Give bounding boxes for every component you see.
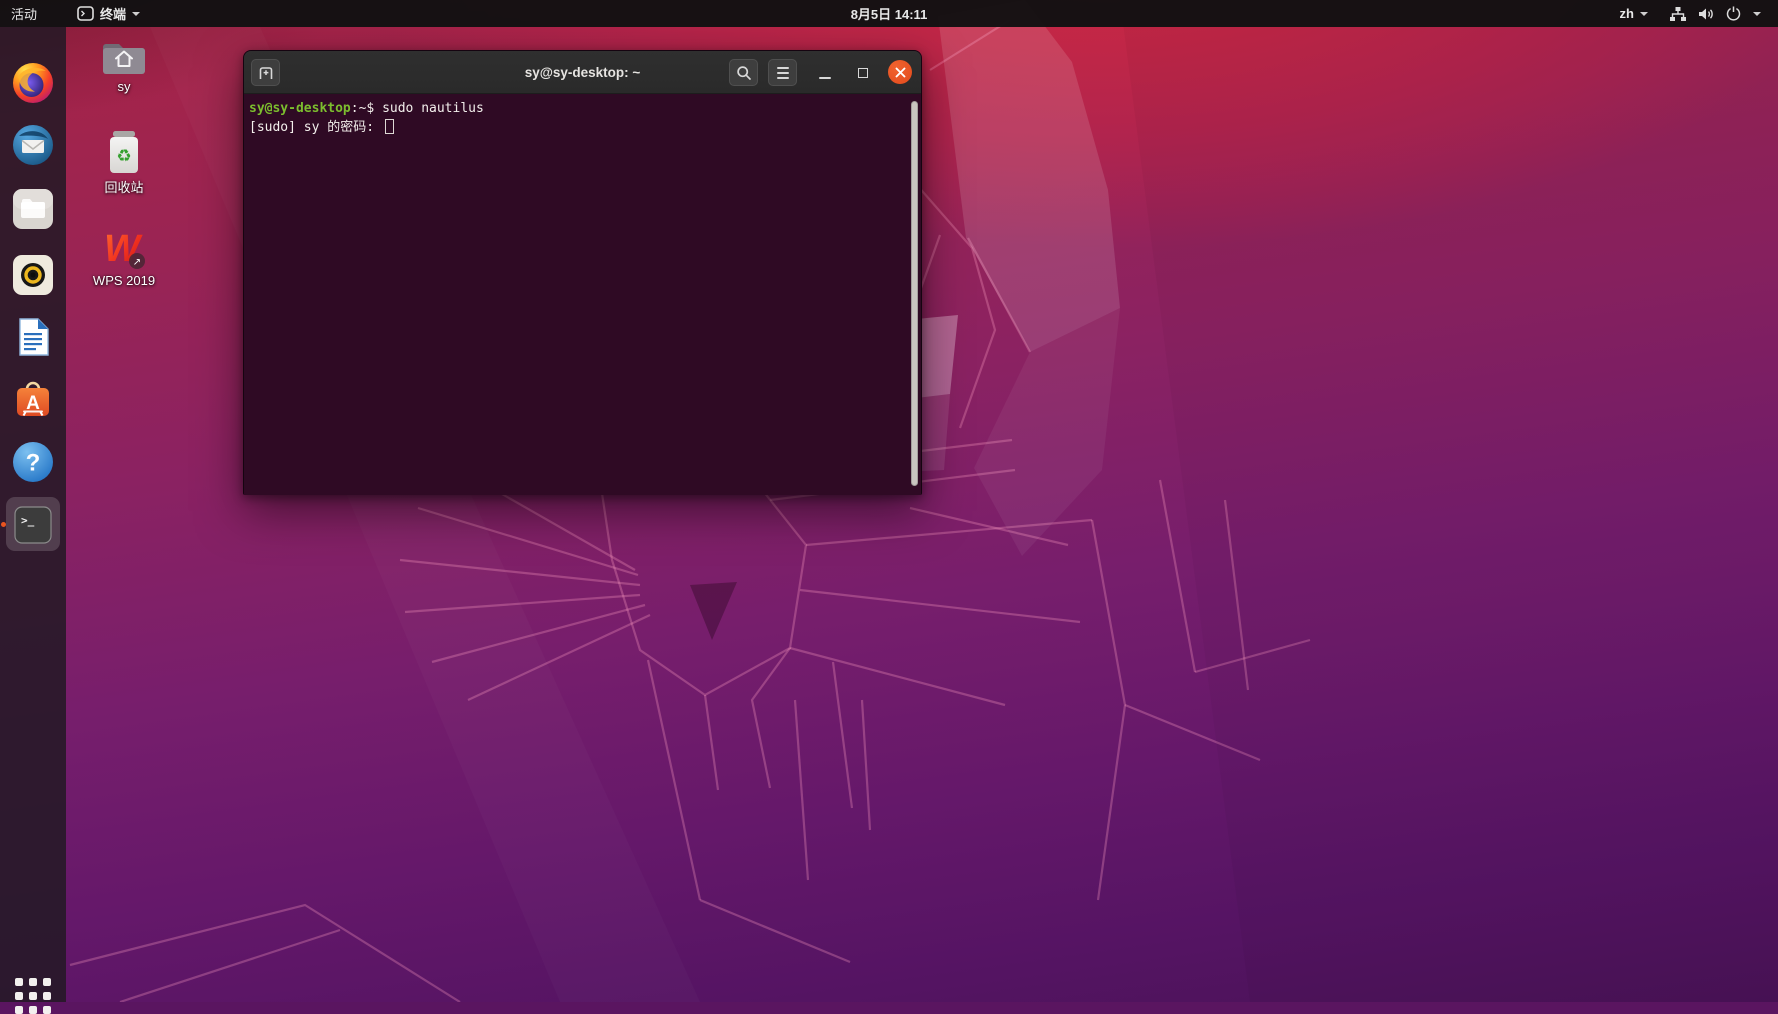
power-icon bbox=[1726, 6, 1741, 21]
terminal-titlebar[interactable]: sy@sy-desktop: ~ bbox=[244, 51, 921, 94]
search-icon bbox=[736, 65, 752, 81]
topbar-left-group: 活动 终端 bbox=[0, 0, 151, 27]
dock-item-libreoffice-writer[interactable] bbox=[12, 316, 54, 358]
terminal-scrollbar[interactable] bbox=[911, 101, 918, 486]
desktop-icon-home-folder[interactable]: sy bbox=[81, 38, 167, 94]
dock-item-rhythmbox[interactable] bbox=[12, 254, 54, 296]
language-indicator[interactable]: zh bbox=[1609, 0, 1659, 27]
running-indicator-dot bbox=[1, 522, 6, 527]
hamburger-icon bbox=[777, 67, 789, 79]
activities-label: 活动 bbox=[11, 4, 37, 23]
new-tab-button[interactable] bbox=[251, 59, 280, 86]
files-icon bbox=[12, 188, 54, 230]
maximize-button[interactable] bbox=[848, 59, 877, 86]
app-menu-button[interactable]: 终端 bbox=[66, 0, 151, 27]
new-tab-icon bbox=[257, 64, 275, 82]
terminal-line-2: [sudo] sy 的密码: bbox=[249, 118, 901, 137]
close-icon bbox=[895, 67, 906, 78]
menu-button[interactable] bbox=[768, 59, 797, 86]
clock-label: 8月5日 14:11 bbox=[851, 4, 928, 23]
chevron-down-icon bbox=[132, 12, 140, 16]
dock-item-thunderbird[interactable] bbox=[12, 124, 54, 166]
chevron-down-icon bbox=[1753, 12, 1761, 16]
language-label: zh bbox=[1620, 6, 1634, 21]
dock-item-ubuntu-software[interactable]: A bbox=[12, 379, 54, 421]
help-question-glyph: ? bbox=[26, 450, 41, 477]
libreoffice-writer-icon bbox=[12, 316, 54, 358]
desktop-icon-label: 回收站 bbox=[81, 177, 167, 196]
dock-item-files[interactable] bbox=[12, 188, 54, 230]
topbar-right-group: zh bbox=[1609, 0, 1778, 27]
search-button[interactable] bbox=[729, 59, 758, 86]
dock-item-help[interactable]: ? bbox=[12, 441, 54, 483]
show-applications-button[interactable] bbox=[15, 978, 51, 1014]
home-folder-icon bbox=[101, 38, 147, 76]
minimize-icon bbox=[819, 77, 831, 79]
password-prompt-text: [sudo] sy 的密码: bbox=[249, 120, 382, 135]
trash-icon: ♻ bbox=[102, 130, 146, 174]
terminal-content[interactable]: sy@sy-desktop:~$ sudo nautilus [sudo] sy… bbox=[244, 94, 921, 495]
help-icon: ? bbox=[12, 441, 54, 483]
terminal-app-mini-icon bbox=[77, 6, 94, 21]
desktop-icon-wps-2019[interactable]: W ↗ WPS 2019 bbox=[81, 228, 167, 288]
shortcut-arrow-glyph: ↗ bbox=[133, 257, 141, 268]
activities-button[interactable]: 活动 bbox=[0, 0, 48, 27]
wps-2019-icon: W ↗ bbox=[101, 228, 147, 270]
terminal-window: sy@sy-desktop: ~ sy@sy-desktop:~$ sudo n… bbox=[243, 50, 922, 495]
dock: A ? >_ bbox=[0, 27, 66, 1002]
rhythmbox-icon bbox=[12, 254, 54, 296]
terminal-icon: >_ bbox=[12, 504, 54, 546]
chevron-down-icon bbox=[1640, 12, 1648, 16]
top-bar: 活动 终端 8月5日 14:11 zh bbox=[0, 0, 1778, 27]
terminal-line-1: sy@sy-desktop:~$ sudo nautilus bbox=[249, 99, 901, 118]
ubuntu-software-icon: A bbox=[12, 379, 54, 421]
maximize-icon bbox=[858, 68, 868, 78]
system-menu-button[interactable] bbox=[1659, 0, 1772, 27]
close-button[interactable] bbox=[888, 60, 912, 84]
recycle-glyph: ♻ bbox=[116, 147, 131, 167]
desktop-icon-label: sy bbox=[81, 79, 167, 94]
minimize-button[interactable] bbox=[810, 59, 839, 86]
terminal-cursor bbox=[385, 119, 394, 134]
command-text: sudo nautilus bbox=[382, 101, 484, 116]
prompt-separator: :~$ bbox=[351, 101, 382, 116]
dock-item-firefox[interactable] bbox=[12, 62, 54, 104]
desktop-icon-trash[interactable]: ♻ 回收站 bbox=[81, 130, 167, 196]
network-wired-icon bbox=[1670, 7, 1686, 21]
prompt-user-host: sy@sy-desktop bbox=[249, 101, 351, 116]
volume-icon bbox=[1698, 7, 1714, 21]
thunderbird-icon bbox=[12, 124, 54, 166]
clock-button[interactable]: 8月5日 14:11 bbox=[839, 0, 940, 27]
app-menu-label: 终端 bbox=[100, 4, 126, 23]
desktop-icon-label: WPS 2019 bbox=[81, 273, 167, 288]
dock-item-terminal[interactable]: >_ bbox=[12, 504, 54, 546]
firefox-icon bbox=[12, 62, 54, 104]
terminal-prompt-glyph: >_ bbox=[21, 514, 35, 527]
